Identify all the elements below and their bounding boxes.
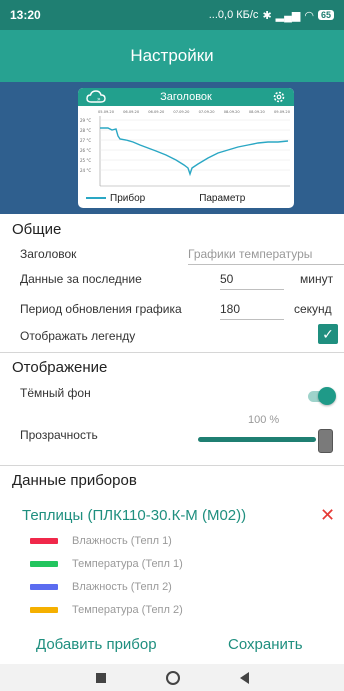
device-param-item[interactable]: Влажность (Тепл 1) bbox=[30, 534, 172, 548]
param-label: Влажность (Тепл 2) bbox=[72, 581, 172, 593]
device-param-item[interactable]: Влажность (Тепл 2) bbox=[30, 580, 172, 594]
wifi-icon: ◠ bbox=[304, 9, 314, 22]
widget-header: » Заголовок bbox=[78, 88, 294, 106]
transparency-slider-track[interactable] bbox=[198, 437, 316, 442]
divider bbox=[0, 352, 344, 353]
temperature-plot: 05.09.20 06.09.20 06.09.20 07.09.20 07.09.20… bbox=[80, 110, 291, 187]
dark-background-toggle[interactable] bbox=[318, 387, 336, 405]
section-display-title: Отображение bbox=[12, 359, 108, 376]
system-nav-bar bbox=[0, 664, 344, 691]
home-icon[interactable] bbox=[165, 670, 180, 685]
svg-text:»: » bbox=[97, 96, 101, 103]
signal-icon: ▂▄▆ bbox=[275, 9, 301, 22]
legend-param: Параметр bbox=[199, 192, 246, 204]
section-general-title: Общие bbox=[12, 221, 62, 238]
chart-widget: » Заголовок 05.09.20 06.09.20 06.09.20 07.0… bbox=[78, 88, 294, 208]
transparency-slider-handle[interactable] bbox=[318, 429, 333, 453]
data-period-input[interactable]: 50 bbox=[220, 272, 284, 290]
transparency-label: Прозрачность bbox=[20, 428, 98, 442]
y-tick-label: 27 °C bbox=[80, 138, 91, 143]
device-param-item[interactable]: Температура (Тепл 1) bbox=[30, 557, 183, 571]
cloud-icon: » bbox=[86, 90, 108, 107]
widget-title: Заголовок bbox=[160, 91, 212, 103]
add-device-button[interactable]: Добавить прибор bbox=[36, 636, 157, 653]
status-indicators: ...0,0 КБ/с ✱ ▂▄▆ ◠ 65 bbox=[209, 9, 334, 22]
data-period-label: Данные за последние bbox=[20, 272, 142, 286]
x-tick-label: 08.09.20 bbox=[249, 110, 266, 114]
refresh-period-unit: секунд bbox=[294, 302, 332, 316]
param-label: Влажность (Тепл 1) bbox=[72, 535, 172, 547]
show-legend-checkbox[interactable]: ✓ bbox=[318, 324, 338, 344]
x-tick-label: 08.09.20 bbox=[224, 110, 241, 114]
divider bbox=[0, 465, 344, 466]
remove-device-icon[interactable]: ✕ bbox=[320, 505, 335, 526]
app-bar: Настройки bbox=[0, 30, 344, 82]
temperature-series-line bbox=[100, 127, 289, 177]
y-tick-label: 28 °C bbox=[80, 128, 91, 133]
gear-icon[interactable] bbox=[272, 90, 286, 107]
x-tick-label: 06.09.20 bbox=[148, 110, 165, 114]
param-color-swatch bbox=[30, 584, 58, 590]
header-input[interactable]: Графики температуры bbox=[188, 247, 344, 265]
x-tick-label: 09.09.20 bbox=[274, 110, 291, 114]
section-devices-title: Данные приборов bbox=[12, 472, 137, 489]
transparency-value: 100 % bbox=[248, 414, 280, 426]
save-button[interactable]: Сохранить bbox=[228, 636, 303, 653]
y-tick-label: 29 °C bbox=[80, 118, 91, 123]
bluetooth-icon: ✱ bbox=[262, 9, 272, 22]
x-tick-label: 06.09.20 bbox=[123, 110, 140, 114]
param-label: Температура (Тепл 1) bbox=[72, 558, 183, 570]
network-speed: ...0,0 КБ/с bbox=[208, 9, 259, 21]
data-period-unit: минут bbox=[300, 272, 334, 286]
device-param-item[interactable]: Температура (Тепл 2) bbox=[30, 603, 183, 617]
y-tick-label: 26 °C bbox=[80, 148, 91, 153]
header-label: Заголовок bbox=[20, 247, 77, 261]
legend-device: Прибор bbox=[110, 192, 146, 204]
param-color-swatch bbox=[30, 607, 58, 613]
y-tick-label: 25 °C bbox=[80, 158, 91, 163]
status-time: 13:20 bbox=[10, 8, 41, 22]
status-bar: 13:20 ...0,0 КБ/с ✱ ▂▄▆ ◠ 65 bbox=[0, 0, 344, 30]
widget-legend: Прибор Параметр bbox=[78, 190, 294, 206]
battery-icon: 65 bbox=[317, 10, 334, 20]
widget-preview: » Заголовок 05.09.20 06.09.20 06.09.20 07.0… bbox=[0, 82, 344, 214]
param-color-swatch bbox=[30, 561, 58, 567]
refresh-period-input[interactable]: 180 bbox=[220, 302, 284, 320]
param-color-swatch bbox=[30, 538, 58, 544]
dark-background-label: Тёмный фон bbox=[20, 386, 91, 400]
refresh-period-label: Период обновления графика bbox=[20, 302, 182, 316]
show-legend-label: Отображать легенду bbox=[20, 329, 136, 343]
legend-swatch bbox=[86, 197, 106, 199]
x-tick-label: 07.09.20 bbox=[173, 110, 190, 114]
y-tick-label: 24 °C bbox=[80, 168, 91, 173]
recent-apps-icon[interactable] bbox=[95, 672, 106, 683]
page-title: Настройки bbox=[130, 46, 214, 65]
x-tick-label: 05.09.20 bbox=[98, 110, 115, 114]
device-name[interactable]: Теплицы (ПЛК110-30.К-М (М02)) bbox=[22, 507, 246, 524]
param-label: Температура (Тепл 2) bbox=[72, 604, 183, 616]
back-icon[interactable] bbox=[239, 671, 249, 684]
x-tick-label: 07.09.20 bbox=[199, 110, 216, 114]
